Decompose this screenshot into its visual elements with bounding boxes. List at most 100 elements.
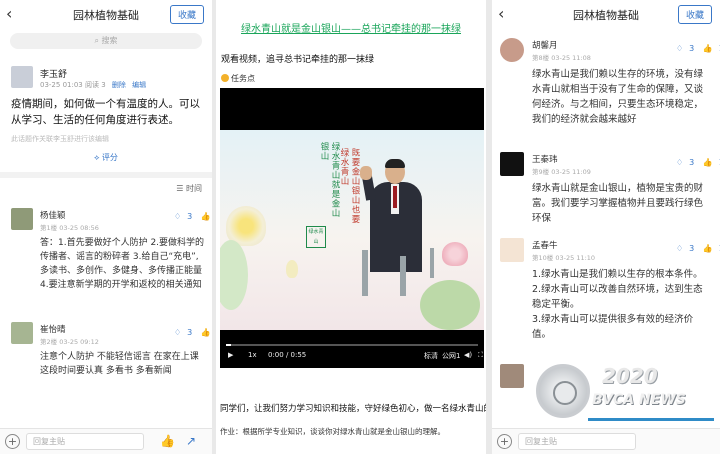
thumb-icon[interactable]: 👍 [703, 244, 713, 253]
content-title[interactable]: 绿水青山就是金山银山——总书记牵挂的那一抹绿 [216, 20, 486, 35]
sort-icon: ☰ [176, 184, 186, 193]
like-icon[interactable]: ♢ [676, 244, 683, 253]
task-point: 任务点 [221, 73, 255, 84]
like-count: 3 [689, 158, 695, 167]
avatar[interactable] [500, 152, 524, 176]
task-label: 任务点 [231, 74, 255, 83]
avatar[interactable] [11, 66, 33, 88]
avatar[interactable] [500, 38, 524, 62]
speaker-figure [360, 159, 422, 290]
reply-votes[interactable]: ♢3 👍1 [168, 212, 212, 221]
share-icon[interactable]: ↗ [186, 434, 196, 448]
like-icon[interactable]: ♢ [676, 44, 683, 53]
sort-toggle[interactable]: ☰ 时间 [176, 183, 202, 194]
bvca-logo-icon [536, 364, 590, 418]
favorite-button[interactable]: 收藏 [677, 5, 712, 24]
thumb-icon[interactable]: 👍 [201, 212, 211, 221]
reply-body: 答：1.首先要做好个人防护 2.要做科学的传播者、谣言的粉碎者 3.给自己“充电… [40, 238, 205, 290]
reply-time: 03-25 11:09 [551, 168, 591, 176]
like-count: 3 [187, 212, 193, 221]
edit-button[interactable]: 编辑 [132, 81, 146, 89]
reply-body: 绿水青山是我们赖以生存的环境，没有绿水青山就相当于没有了生命的保障，又谈何经济。… [532, 69, 704, 125]
pagoda [400, 256, 406, 296]
lotus-leaf [220, 240, 248, 310]
sort-label: 时间 [186, 184, 202, 193]
poem-left: 绿水青山就是金山银山 [319, 142, 340, 218]
reply-time: 03-25 09:12 [59, 338, 99, 346]
play-icon[interactable]: ▶ [228, 351, 233, 359]
like-icon[interactable]: ♢ [174, 212, 181, 221]
quality-button[interactable]: 标清 [424, 351, 438, 361]
reply-body: 1.绿水青山是我们赖以生存的根本条件。 2.绿水青山可以改善自然环境，达到生态稳… [532, 269, 703, 340]
post-note: 此话题作关联李玉舒进行该编辑 [11, 135, 109, 143]
search-icon: ⌕ [94, 36, 102, 45]
reply-input[interactable]: 回复主贴 [26, 433, 144, 450]
task-icon [221, 74, 229, 82]
reply-author: 胡馨月 [532, 41, 558, 51]
video-player[interactable]: 既要金山银山也要绿水青山 绿水青山就是金山银山 绿水青山 ▶ 1x 0:00 /… [220, 88, 484, 368]
watermark-name: BVCA NEWS [592, 392, 686, 408]
rate-label: 评分 [101, 153, 118, 162]
speed-button[interactable]: 1x [248, 351, 257, 359]
watermark-bar [588, 418, 714, 421]
like-count: 3 [689, 244, 695, 253]
seal: 绿水青山 [306, 226, 326, 248]
homework-text: 作业：根据所学专业知识，谈谈你对绿水青山就是金山银山的理解。 [220, 427, 445, 436]
post-time: 03-25 01:03 阅读 3 [40, 81, 106, 89]
video-frame: 既要金山银山也要绿水青山 绿水青山就是金山银山 绿水青山 [220, 130, 484, 330]
bvca-news-watermark: 2020 BVCA NEWS [492, 358, 714, 436]
like-count: 3 [689, 44, 695, 53]
search-input[interactable]: ⌕ 搜索 [10, 33, 202, 49]
thumb-icon[interactable]: 👍 [703, 44, 713, 53]
reply-time: 03-25 11:10 [555, 254, 596, 262]
discussion-panel-right: ‹ 园林植物基础 收藏 胡馨月 第8楼 03-25 11:08 ♢3 👍1 绿水… [492, 0, 720, 454]
header: ‹ 园林植物基础 收藏 [0, 0, 212, 28]
reply-bar: + 回复主贴 👍 ↗ [0, 428, 212, 454]
reply-time: 03-25 11:08 [551, 54, 591, 62]
reply-meta: 第9楼 03-25 11:09 [532, 166, 591, 176]
avatar[interactable] [11, 322, 33, 344]
reply-body: 绿水青山就是金山银山，植物是宝贵的财富。我们要学习掌握植物并且要践行绿色环保 [532, 183, 704, 224]
reply-meta: 第2楼 03-25 09:12 [40, 336, 99, 346]
discussion-panel-left: ‹ 园林植物基础 收藏 ⌕ 搜索 李玉舒 03-25 01:03 阅读 3 删除… [0, 0, 212, 454]
reply-votes[interactable]: ♢3 👍1 [670, 244, 720, 253]
reply-floor: 第1楼 [40, 224, 58, 232]
reply-floor: 第8楼 [532, 54, 550, 62]
like-icon[interactable]: ♢ [174, 328, 181, 337]
like-count: 3 [187, 328, 193, 337]
add-icon[interactable]: + [5, 434, 20, 449]
rate-button[interactable]: ⟡ 评分 [0, 152, 212, 163]
reply-meta: 第1楼 03-25 08:56 [40, 222, 99, 232]
video-progress[interactable] [226, 344, 478, 346]
poem-right: 既要金山银山也要绿水青山 [339, 148, 360, 224]
reply-author: 杨佳颖 [40, 211, 66, 221]
reply-votes[interactable]: ♢3 👍1 [670, 158, 720, 167]
content-paragraph: 同学们，让我们努力学习知识和技能，守好绿色初心，做一名绿水青山的建设者。 [220, 404, 486, 414]
avatar[interactable] [11, 208, 33, 230]
reply-meta: 第8楼 03-25 11:08 [532, 52, 591, 62]
thumb-icon[interactable]: 👍 [201, 328, 211, 337]
volume-icon[interactable]: ◀) [464, 351, 472, 359]
lotus-flower [442, 242, 468, 266]
pagoda [362, 250, 368, 296]
reply-floor: 第9楼 [532, 168, 550, 176]
post-body: 疫情期间，如何做一个有温度的人。可以从学习、生活的任何角度进行表述。 [11, 98, 200, 126]
watermark-year: 2020 [602, 364, 658, 388]
lotus-bud [286, 260, 298, 278]
fullscreen-icon[interactable]: ⛶ [478, 351, 483, 360]
video-time: 0:00 / 0:55 [268, 351, 307, 359]
reply-votes[interactable]: ♢3 👍1 [670, 44, 720, 53]
reply-votes[interactable]: ♢3 👍1 [168, 328, 212, 337]
rate-icon: ⟡ [94, 153, 102, 162]
like-icon[interactable]: ♢ [676, 158, 683, 167]
delete-button[interactable]: 删除 [112, 81, 126, 89]
favorite-button[interactable]: 收藏 [169, 5, 204, 24]
add-icon[interactable]: + [497, 434, 512, 449]
course-content-panel: 绿水青山就是金山银山——总书记牵挂的那一抹绿 观看视频，追寻总书记牵挂的那一抹绿… [216, 0, 486, 454]
line-button[interactable]: 公网1 [442, 351, 460, 361]
content-subtitle: 观看视频，追寻总书记牵挂的那一抹绿 [221, 55, 375, 65]
thumb-icon[interactable]: 👍 [703, 158, 713, 167]
avatar[interactable] [500, 238, 524, 262]
reply-floor: 第10楼 [532, 254, 554, 262]
thumb-up-icon[interactable]: 👍 [160, 434, 175, 448]
